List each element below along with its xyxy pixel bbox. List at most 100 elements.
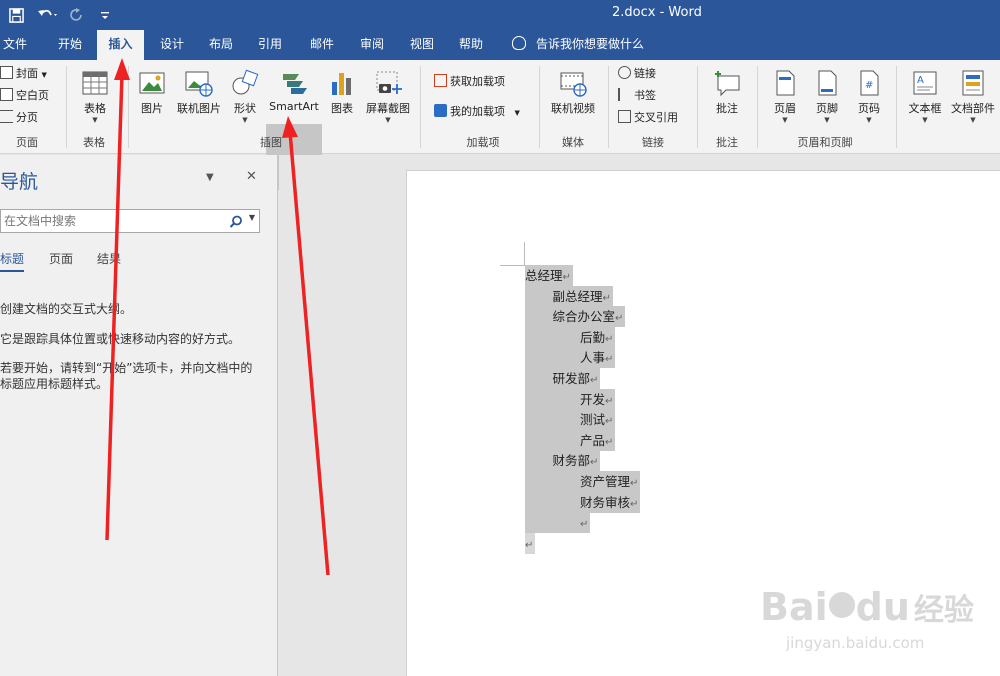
comment-icon bbox=[712, 68, 742, 98]
line-text: 财务审核 bbox=[580, 494, 631, 510]
header-icon bbox=[770, 68, 800, 98]
document-line[interactable]: 后勤↵ bbox=[580, 326, 616, 348]
tab-home[interactable]: 开始 bbox=[50, 30, 90, 60]
search-options-icon[interactable]: ▼ bbox=[249, 213, 255, 222]
cross-reference-icon bbox=[618, 110, 631, 123]
document-line[interactable]: 资产管理↵ bbox=[580, 471, 641, 492]
document-line[interactable]: 财务审核↵ bbox=[580, 491, 641, 513]
paragraph-mark: ↵ bbox=[602, 292, 611, 304]
document-line[interactable]: 副总经理↵ bbox=[552, 285, 613, 307]
document-line[interactable]: 综合办公室↵ bbox=[552, 306, 626, 328]
nav-hint-1: 创建文档的交互式大纲。 bbox=[0, 302, 133, 316]
smartart-button[interactable]: SmartArt bbox=[266, 64, 322, 128]
group-label-links: 链接 bbox=[642, 136, 664, 149]
watermark-logo: Bai du 经验 bbox=[760, 585, 974, 629]
group-label-comments: 批注 bbox=[716, 136, 738, 149]
page-number-icon: # bbox=[854, 68, 884, 98]
line-text: 资产管理 bbox=[580, 474, 631, 489]
tab-design[interactable]: 设计 bbox=[152, 30, 192, 60]
picture-icon bbox=[137, 68, 167, 98]
pictures-button[interactable]: 图片 bbox=[134, 64, 170, 128]
undo-icon[interactable] bbox=[34, 4, 62, 26]
tab-references[interactable]: 引用 bbox=[250, 30, 290, 60]
online-video-button[interactable]: 联机视频 bbox=[546, 64, 600, 128]
document-line[interactable]: 开发↵ bbox=[580, 388, 616, 410]
nav-search-input[interactable] bbox=[1, 210, 221, 232]
textbox-icon: A bbox=[910, 68, 940, 98]
tab-review[interactable]: 审阅 bbox=[352, 30, 392, 60]
line-text: 总经理 bbox=[525, 268, 563, 283]
redo-icon[interactable] bbox=[66, 4, 88, 26]
close-icon[interactable]: ✕ bbox=[246, 169, 257, 184]
tab-mailings[interactable]: 邮件 bbox=[302, 30, 342, 60]
document-line[interactable]: 总经理↵ bbox=[525, 265, 573, 286]
textbox-button[interactable]: A 文本框 ▼ bbox=[904, 64, 946, 128]
tab-insert[interactable]: 插入 bbox=[97, 30, 144, 61]
tab-view[interactable]: 视图 bbox=[402, 30, 442, 60]
comment-button[interactable]: 批注 bbox=[704, 64, 750, 128]
line-text: 产品 bbox=[580, 432, 606, 448]
tab-help[interactable]: 帮助 bbox=[451, 30, 491, 60]
document-line[interactable]: 产品↵ bbox=[580, 429, 616, 451]
online-picture-icon bbox=[184, 68, 214, 98]
cover-page-button[interactable]: 封面 ▼ bbox=[0, 64, 47, 84]
chart-button[interactable]: 图表 bbox=[326, 64, 358, 128]
nav-title: 导航 bbox=[0, 171, 39, 193]
group-separator bbox=[896, 66, 897, 148]
tell-me-label: 告诉我你想要做什么 bbox=[536, 37, 645, 51]
page-number-button[interactable]: # 页码 ▼ bbox=[850, 64, 888, 128]
footer-button[interactable]: 页脚 ▼ bbox=[808, 64, 846, 128]
save-icon[interactable] bbox=[4, 4, 28, 26]
document-line[interactable]: ↵ bbox=[580, 512, 591, 534]
svg-text:A: A bbox=[917, 75, 924, 86]
online-pictures-button[interactable]: 联机图片 bbox=[174, 64, 224, 128]
line-text: 测试 bbox=[580, 412, 606, 428]
bookmark-icon bbox=[618, 88, 631, 101]
group-label-addins: 加载项 bbox=[466, 136, 500, 149]
paragraph-mark: ↵ bbox=[605, 416, 614, 428]
svg-text:#: # bbox=[865, 80, 873, 91]
quick-parts-button[interactable]: 文档部件 ▼ bbox=[948, 64, 998, 128]
my-addins-button[interactable]: 我的加载项 ▼ bbox=[434, 102, 520, 122]
title-bar: 2.docx - Word bbox=[0, 0, 1000, 30]
watermark-url: jingyan.baidu.com bbox=[786, 634, 925, 652]
tab-layout[interactable]: 布局 bbox=[201, 30, 241, 60]
store-icon bbox=[434, 74, 447, 87]
nav-tab-pages[interactable]: 页面 bbox=[49, 250, 73, 267]
get-addins-button[interactable]: 获取加载项 bbox=[434, 72, 505, 92]
margin-corner-mark bbox=[524, 242, 525, 266]
line-text: 研发部 bbox=[552, 371, 591, 386]
bookmark-button[interactable]: 书签 bbox=[618, 86, 656, 106]
page-break-button[interactable]: 分页 bbox=[0, 108, 38, 128]
document-line[interactable]: 研发部↵ bbox=[552, 368, 601, 389]
line-text: 财务部 bbox=[552, 453, 591, 469]
shapes-button[interactable]: 形状 ▼ bbox=[228, 64, 262, 128]
table-button[interactable]: 表格 ▼ bbox=[74, 64, 116, 128]
screenshot-icon bbox=[373, 68, 403, 98]
margin-corner-mark bbox=[500, 265, 524, 266]
group-separator bbox=[539, 66, 540, 148]
document-line[interactable]: 测试↵ bbox=[580, 409, 616, 431]
blank-page-button[interactable]: 空白页 bbox=[0, 86, 49, 106]
nav-tab-headings[interactable]: 标题 bbox=[0, 250, 25, 272]
group-label-header-footer: 页眉和页脚 bbox=[797, 136, 853, 149]
document-line[interactable]: ↵ bbox=[525, 532, 536, 554]
paragraph-mark: ↵ bbox=[590, 375, 599, 386]
link-button[interactable]: 链接 bbox=[618, 64, 656, 84]
tell-me-box[interactable]: 告诉我你想要做什么 bbox=[512, 30, 644, 60]
chevron-down-icon[interactable]: ▼ bbox=[206, 172, 214, 183]
tab-file[interactable]: 文件 bbox=[0, 30, 30, 60]
search-icon[interactable] bbox=[229, 215, 242, 228]
header-button[interactable]: 页眉 ▼ bbox=[766, 64, 804, 128]
screenshot-button[interactable]: 屏幕截图 ▼ bbox=[362, 64, 414, 128]
document-line[interactable]: 财务部↵ bbox=[552, 450, 601, 472]
page-break-icon bbox=[0, 110, 13, 123]
table-icon bbox=[80, 68, 110, 98]
paw-icon bbox=[828, 592, 855, 618]
document-line[interactable]: 人事↵ bbox=[580, 347, 616, 369]
cross-reference-button[interactable]: 交叉引用 bbox=[618, 108, 678, 128]
nav-tab-results[interactable]: 结果 bbox=[97, 250, 121, 267]
customize-icon[interactable] bbox=[96, 4, 114, 26]
group-separator bbox=[420, 66, 421, 148]
paragraph-mark: ↵ bbox=[630, 478, 639, 489]
